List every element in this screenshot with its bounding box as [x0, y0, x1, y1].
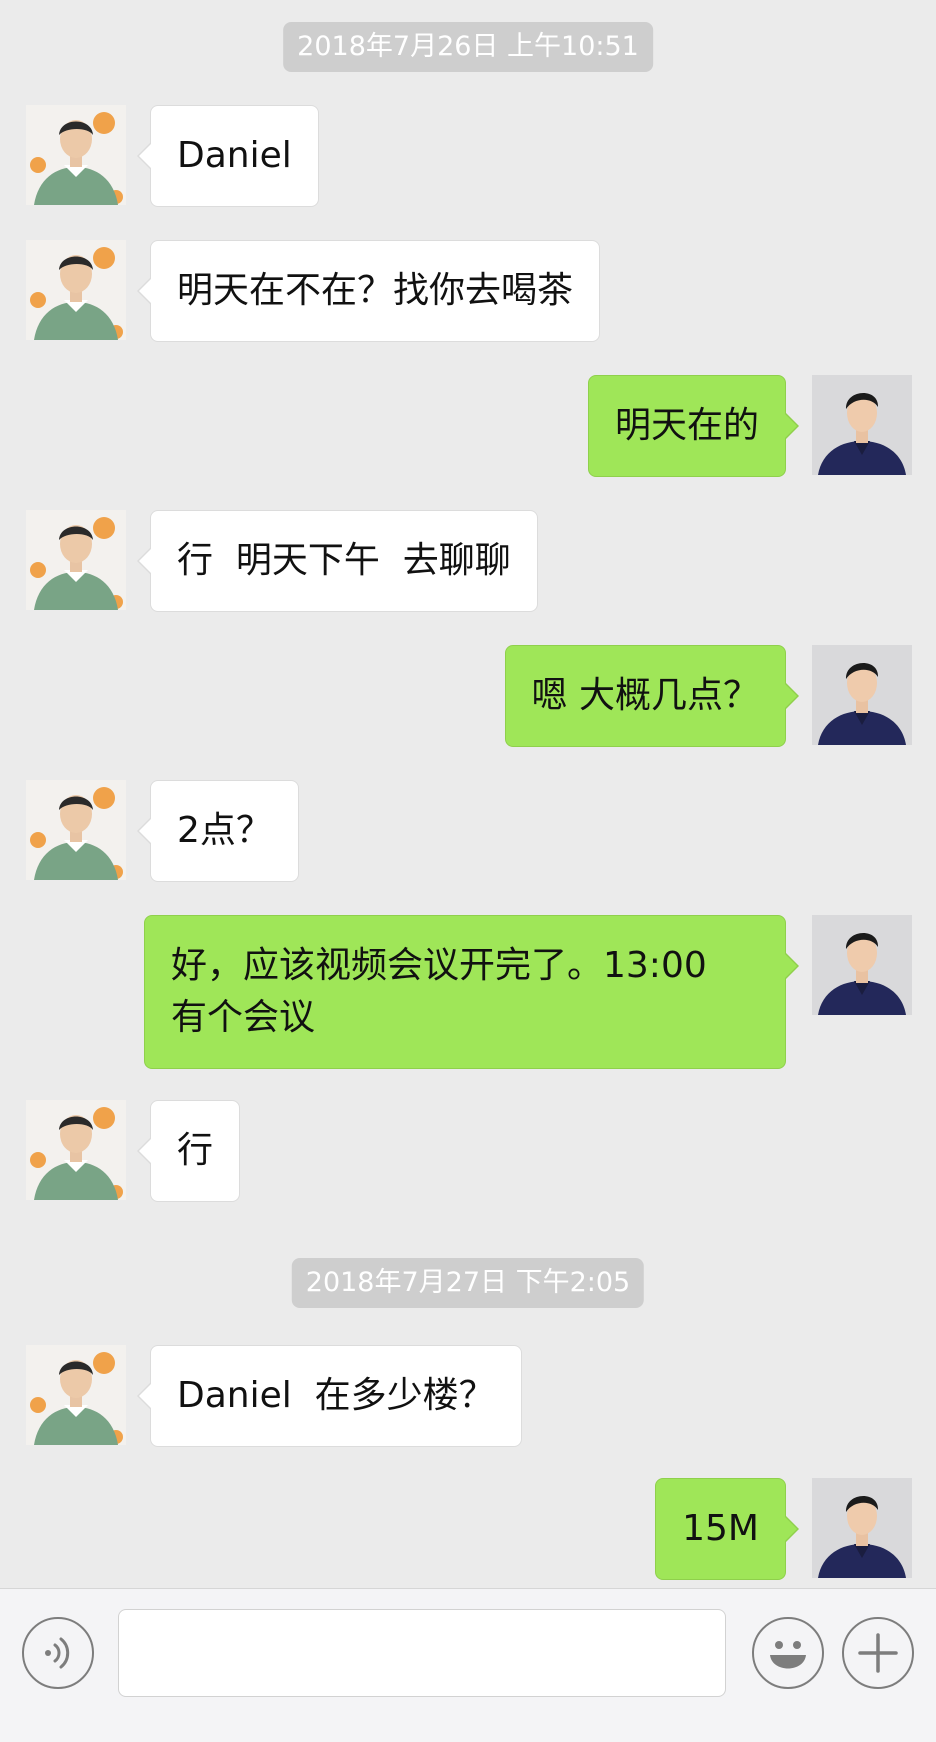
message-bubble-incoming[interactable]: Daniel: [137, 105, 319, 207]
message-bubble-incoming[interactable]: 行: [136, 1100, 241, 1202]
message-bubble-outgoing[interactable]: 明天在的: [587, 375, 800, 477]
chat-area[interactable]: 2018年7月26日 上午10:51 Daniel 明天在不在？找你去喝茶 明天…: [0, 0, 936, 1588]
message-bubble-incoming[interactable]: 行 明天下午 去聊聊: [137, 510, 538, 612]
contact-avatar[interactable]: [26, 1345, 126, 1445]
my-avatar[interactable]: [812, 1478, 912, 1578]
message-bubble-incoming[interactable]: 明天在不在？找你去喝茶: [136, 240, 601, 342]
message-bubble-outgoing[interactable]: 15M: [655, 1478, 799, 1580]
message-bubble-incoming[interactable]: 2点？: [137, 780, 299, 882]
message-bubble-outgoing[interactable]: 好，应该视频会议开完了。13:00 有个会议: [144, 915, 799, 1069]
contact-avatar[interactable]: [26, 105, 126, 205]
message-input[interactable]: [118, 1609, 726, 1697]
timestamp: 2018年7月26日 上午10:51: [283, 22, 653, 72]
my-avatar[interactable]: [812, 375, 912, 475]
contact-avatar[interactable]: [26, 240, 126, 340]
add-button[interactable]: [842, 1617, 914, 1689]
my-avatar[interactable]: [812, 645, 912, 745]
contact-avatar[interactable]: [26, 1100, 126, 1200]
voice-button[interactable]: [22, 1617, 94, 1689]
my-avatar[interactable]: [812, 915, 912, 1015]
voice-icon: [45, 1637, 70, 1669]
plus-icon: [858, 1633, 898, 1673]
message-bubble-outgoing[interactable]: 嗯 大概几点？: [504, 645, 800, 747]
emoji-button[interactable]: [752, 1617, 824, 1689]
emoji-icon: [770, 1641, 806, 1669]
timestamp: 2018年7月27日 下午2:05: [291, 1258, 645, 1308]
input-bar: [0, 1588, 936, 1742]
message-bubble-incoming[interactable]: Daniel 在多少楼？: [137, 1345, 522, 1447]
contact-avatar[interactable]: [26, 780, 126, 880]
contact-avatar[interactable]: [26, 510, 126, 610]
